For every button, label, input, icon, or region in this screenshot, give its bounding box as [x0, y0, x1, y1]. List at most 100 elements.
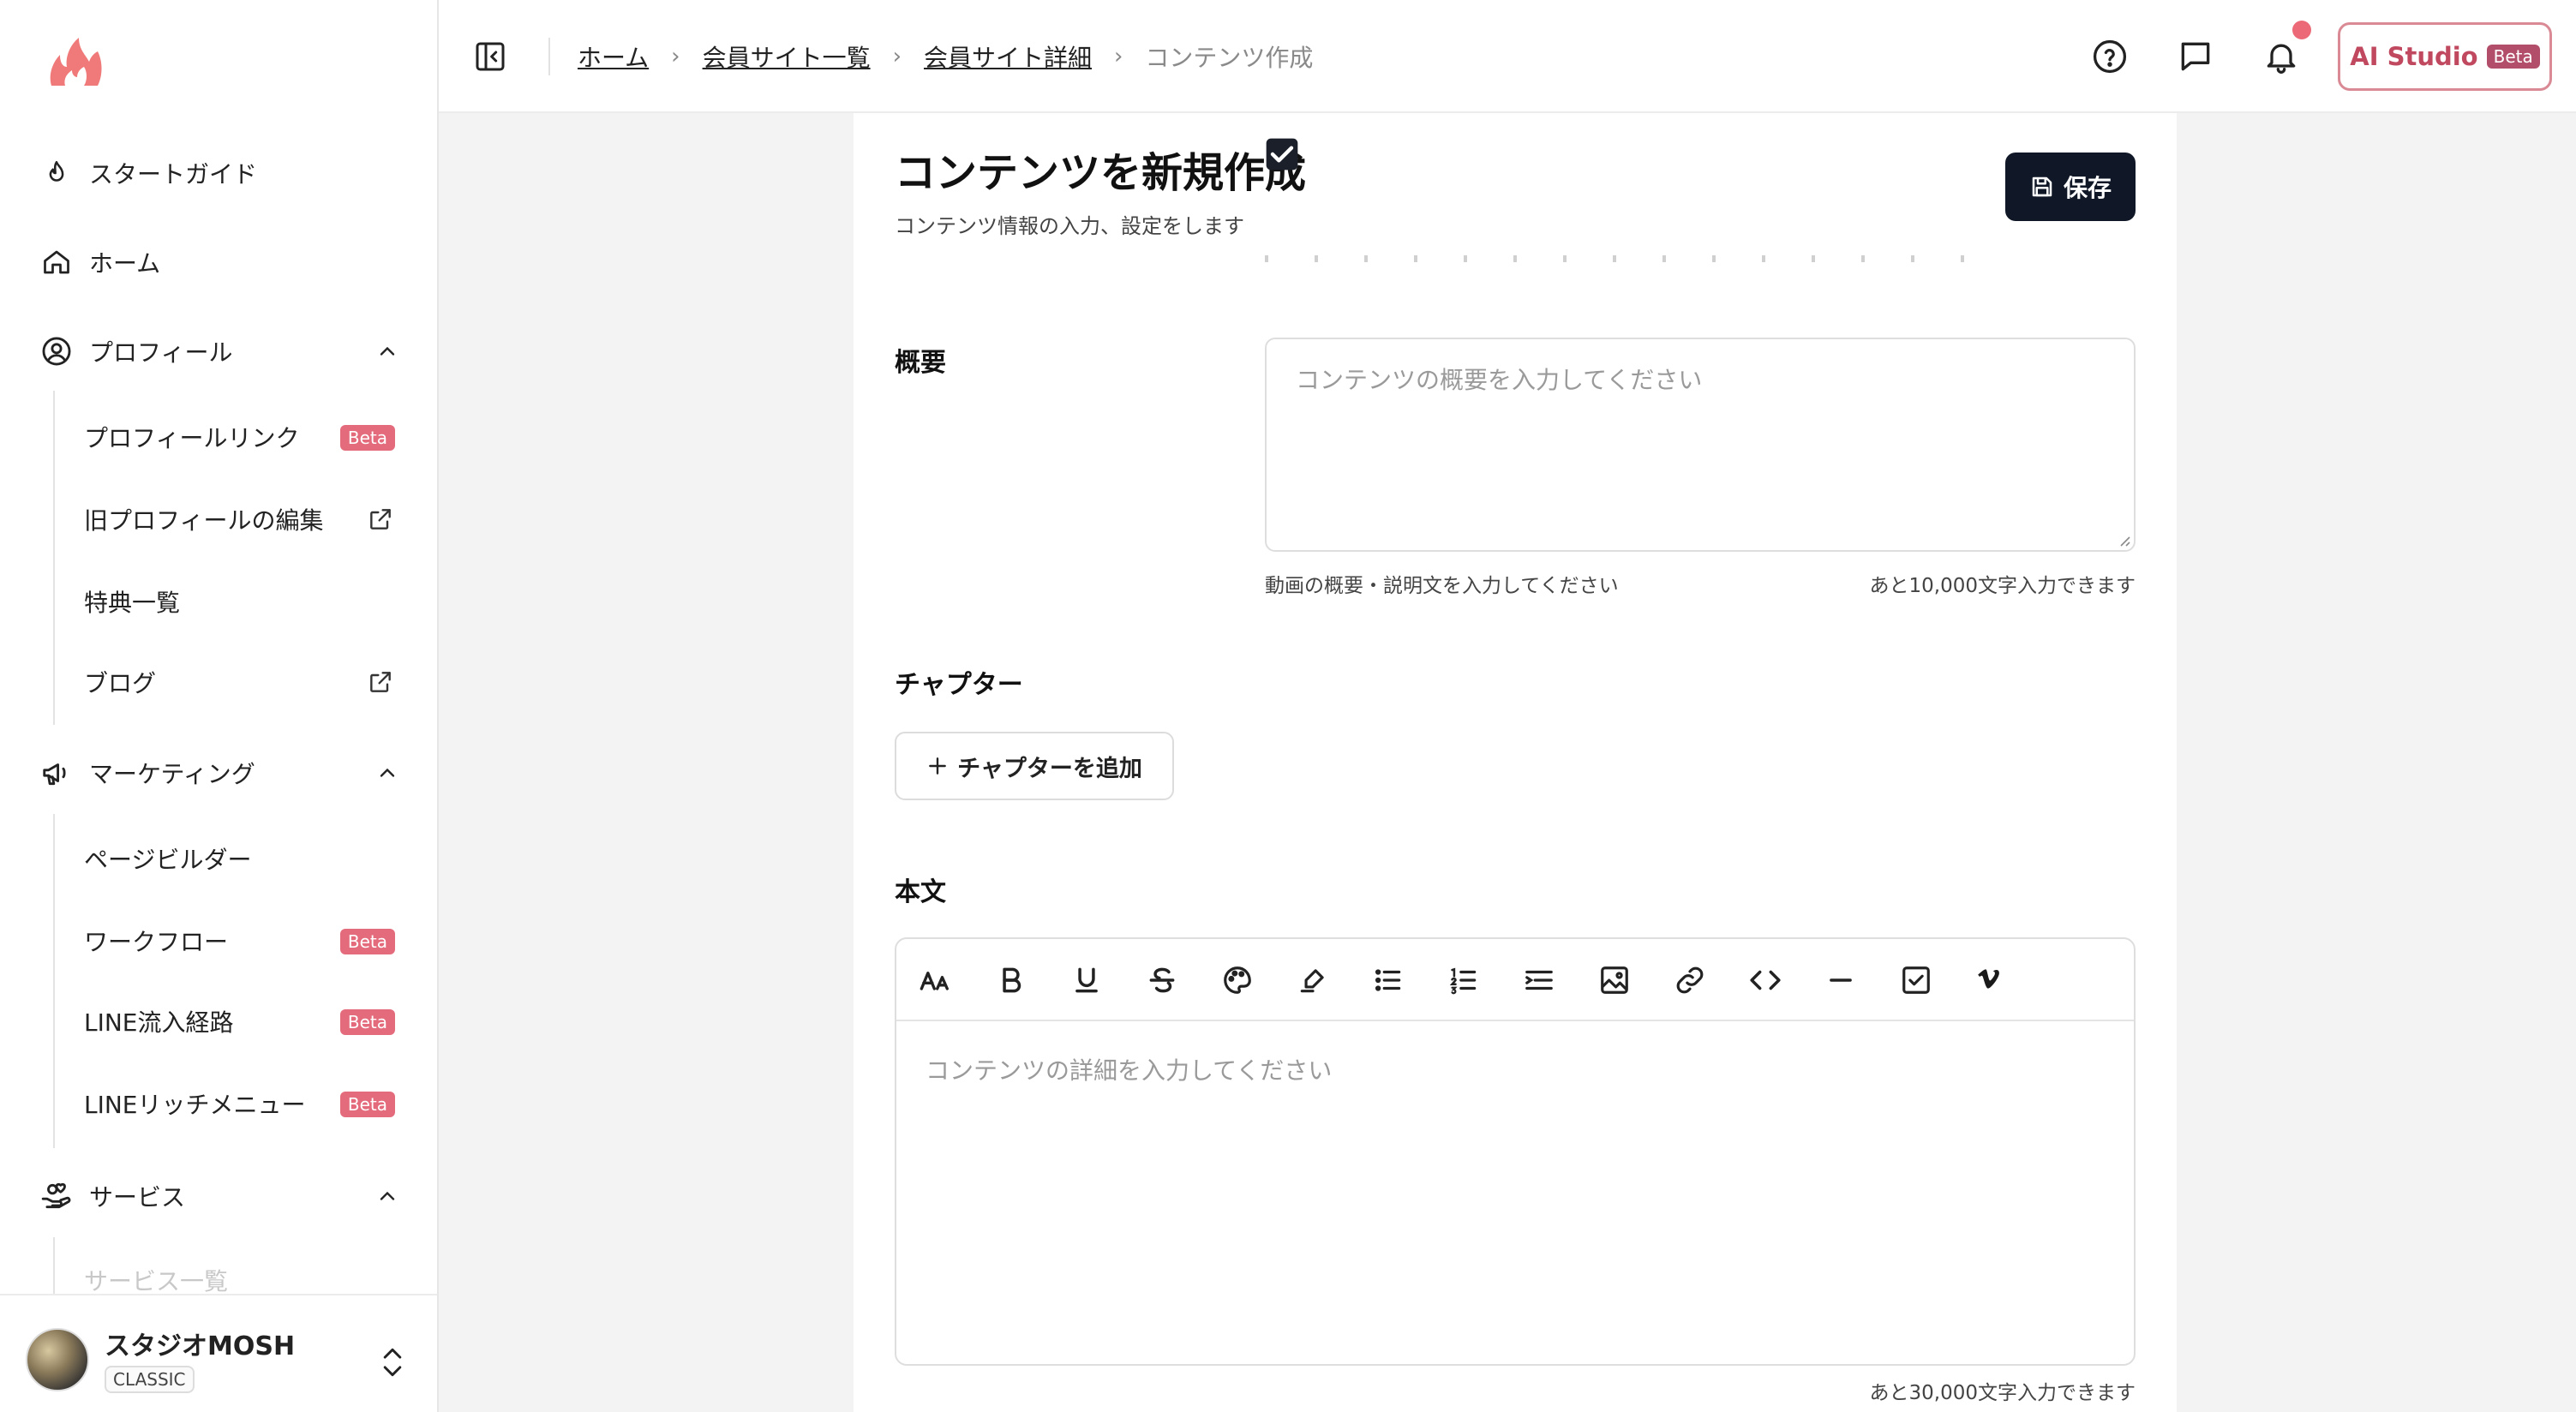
chapter-label: チャプター	[895, 670, 1023, 700]
sidebar-item-workflow[interactable]: ワークフロー Beta	[84, 917, 401, 965]
chevron-right-icon: ›	[892, 44, 902, 69]
image-icon[interactable]	[1596, 961, 1633, 999]
chevron-right-icon: ›	[671, 44, 680, 69]
plan-badge: CLASSIC	[105, 1366, 195, 1393]
sidebar-item-label: LINEリッチメニュー	[84, 1091, 306, 1119]
strikethrough-icon[interactable]	[1143, 961, 1181, 999]
highlighter-icon[interactable]	[1294, 961, 1332, 999]
editor-placeholder: コンテンツの詳細を入力してください	[926, 1056, 1333, 1085]
sidebar-item-label: ページビルダー	[84, 846, 252, 874]
nav-service-label: サービス	[89, 1183, 186, 1212]
palette-icon[interactable]	[1219, 961, 1256, 999]
sidebar-item-legacy-profile-edit[interactable]: 旧プロフィールの編集	[84, 495, 401, 543]
help-icon[interactable]	[2091, 38, 2129, 75]
sidebar-item-blog[interactable]: ブログ	[84, 658, 401, 706]
sidebar-item-page-builder[interactable]: ページビルダー	[84, 835, 401, 882]
sidebar-item-label: 旧プロフィールの編集	[84, 506, 324, 535]
bold-icon[interactable]	[992, 961, 1030, 999]
add-chapter-button[interactable]: チャプターを追加	[895, 732, 1174, 800]
sidebar-item-label: プロフィールリンク	[84, 424, 300, 452]
nav-marketing[interactable]: マーケティング	[38, 749, 406, 797]
page-title: コンテンツを新規作成	[895, 149, 1307, 197]
nav-profile-label: プロフィール	[89, 338, 233, 367]
rich-text-editor[interactable]: コンテンツの詳細を入力してください	[895, 937, 2136, 1366]
breadcrumb-home[interactable]: ホーム	[578, 39, 649, 74]
save-icon	[2029, 174, 2055, 200]
body-char-count: あと30,000文字入力できます	[1869, 1382, 2136, 1404]
nav-marketing-label: マーケティング	[89, 760, 255, 788]
sidebar-item-label: 特典一覧	[84, 589, 181, 617]
resize-handle-icon[interactable]	[2117, 533, 2130, 547]
plus-icon	[926, 755, 949, 777]
summary-char-count: あと10,000文字入力できます	[1869, 575, 2136, 597]
service-subnav-line	[53, 1237, 55, 1294]
sidebar-item-benefits[interactable]: 特典一覧	[84, 577, 401, 625]
underline-icon[interactable]	[1068, 961, 1105, 999]
summary-textarea[interactable]: コンテンツの概要を入力してください	[1265, 338, 2136, 552]
summary-label: 概要	[895, 348, 946, 378]
nav-home[interactable]: ホーム	[38, 238, 406, 286]
sidebar-item-label: ブログ	[84, 669, 157, 697]
breadcrumb-member-site-detail[interactable]: 会員サイト詳細	[924, 39, 1092, 74]
vimeo-icon[interactable]	[1973, 961, 2010, 999]
horizontal-rule-icon[interactable]	[1822, 961, 1860, 999]
home-icon	[38, 243, 75, 281]
nav-start-guide[interactable]: スタートガイド	[38, 149, 406, 197]
editor-toolbar	[896, 939, 2134, 1021]
numbered-list-icon[interactable]	[1445, 961, 1483, 999]
message-icon[interactable]	[2177, 38, 2214, 75]
nav-home-label: ホーム	[89, 249, 161, 278]
beta-badge: Beta	[2486, 45, 2540, 69]
sidebar-item-profile-link[interactable]: プロフィールリンク Beta	[84, 413, 401, 461]
external-link-icon	[367, 668, 394, 696]
chevron-right-icon: ›	[1114, 44, 1123, 69]
clipped-text-line	[1265, 255, 1985, 262]
profile-subnav-line	[53, 391, 55, 725]
sidebar-item-label: ワークフロー	[84, 928, 229, 956]
chevron-up-icon[interactable]	[375, 761, 399, 785]
nav-start-guide-label: スタートガイド	[89, 160, 258, 188]
summary-help-text: 動画の概要・説明文を入力してください	[1265, 575, 1619, 597]
sidebar-item-label: LINE流入経路	[84, 1008, 234, 1037]
save-button[interactable]: 保存	[2005, 153, 2136, 221]
beta-badge: Beta	[339, 1009, 395, 1035]
content-form: コンテンツを新規作成 コンテンツ情報の入力、設定をします 保存 概要 コンテンツ…	[854, 113, 2177, 1412]
sidebar-item-label: サービス一覧	[84, 1267, 229, 1295]
user-circle-icon	[38, 332, 75, 370]
external-link-icon	[367, 506, 394, 533]
beta-badge: Beta	[339, 929, 395, 954]
body-label: 本文	[895, 877, 946, 907]
beta-badge: Beta	[339, 425, 395, 451]
nav-service[interactable]: サービス	[38, 1172, 406, 1220]
save-label: 保存	[2063, 174, 2112, 202]
chevron-up-icon[interactable]	[375, 339, 399, 363]
account-switcher[interactable]: スタジオMOSH CLASSIC	[0, 1294, 437, 1412]
ai-studio-button[interactable]: AI Studio Beta	[2338, 22, 2552, 91]
notification-dot	[2292, 21, 2311, 39]
hand-heart-icon	[38, 1177, 75, 1215]
breadcrumb-current: コンテンツ作成	[1145, 44, 1314, 72]
code-icon[interactable]	[1746, 961, 1784, 999]
summary-placeholder: コンテンツの概要を入力してください	[1296, 366, 1703, 394]
sidebar-item-line-inflow[interactable]: LINE流入経路 Beta	[84, 997, 401, 1045]
font-size-icon[interactable]	[917, 961, 955, 999]
top-bar: ホーム › 会員サイト一覧 › 会員サイト詳細 › コンテンツ作成 AI Stu…	[439, 0, 2576, 113]
beta-badge: Beta	[339, 1092, 395, 1117]
indent-icon[interactable]	[1520, 961, 1558, 999]
add-chapter-label: チャプターを追加	[957, 755, 1142, 782]
flame-icon	[38, 154, 75, 192]
bell-icon[interactable]	[2262, 38, 2300, 75]
checkbox-checked-icon	[1263, 135, 1301, 173]
divider	[548, 38, 550, 75]
bullet-list-icon[interactable]	[1369, 961, 1407, 999]
nav-profile[interactable]: プロフィール	[38, 327, 406, 375]
breadcrumb-member-sites[interactable]: 会員サイト一覧	[703, 39, 871, 74]
sidebar-collapse-icon[interactable]	[473, 39, 507, 74]
link-icon[interactable]	[1671, 961, 1709, 999]
sidebar-item-line-rich-menu[interactable]: LINEリッチメニュー Beta	[84, 1080, 401, 1128]
chevron-up-down-icon[interactable]	[377, 1343, 408, 1381]
checkbox-icon[interactable]	[1897, 961, 1935, 999]
brand-flame-logo[interactable]	[46, 36, 105, 89]
chevron-up-icon[interactable]	[375, 1184, 399, 1208]
sidebar: スタートガイド ホーム プロフィール プロフィールリンク Beta 旧プロフィー…	[0, 0, 439, 1412]
